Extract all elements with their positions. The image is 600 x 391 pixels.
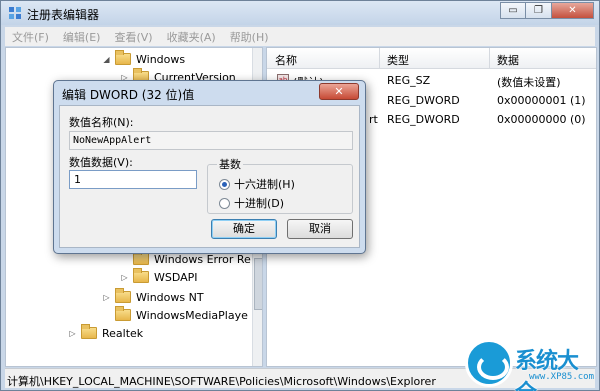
tree-item-realtek[interactable]: ▷ Realtek [68,324,143,342]
logo-icon [465,339,513,387]
radio-selected-icon [219,178,230,190]
radio-unselected-icon [219,197,230,209]
radio-decimal[interactable]: 十进制(D) [219,195,284,211]
folder-icon [115,288,131,303]
tree-item-label: Realtek [102,326,144,340]
regedit-icon [9,7,21,19]
folder-icon [115,306,131,321]
list-header: 名称 类型 数据 [267,48,596,69]
folder-icon [115,50,131,65]
radio-hexadecimal[interactable]: 十六进制(H) [219,176,295,192]
caption-buttons: ▭ ❐ ✕ [500,2,594,19]
tree-item-wsdapi[interactable]: ▷ WSDAPI [120,268,198,286]
tree-item-windows[interactable]: ◢ Windows [102,50,185,68]
base-label: 基数 [217,156,243,172]
column-header-data[interactable]: 数据 [497,52,519,68]
value-data: 0x00000001 (1) [497,94,586,107]
close-button[interactable]: ✕ [552,2,594,19]
folder-icon [81,324,97,339]
expand-arrow-icon[interactable]: ◢ [102,55,111,64]
menu-bar: 文件(F) 编辑(E) 查看(V) 收藏夹(A) 帮助(H) [5,27,595,46]
menu-help[interactable]: 帮助(H) [223,29,276,45]
tree-scrollbar-thumb[interactable] [254,258,262,310]
dialog-title: 编辑 DWORD (32 位)值 [62,88,195,102]
column-separator[interactable] [379,48,380,69]
value-data-input[interactable] [69,170,197,189]
value-data-label: 数值数据(V): [69,156,133,169]
folder-icon [133,250,149,265]
menu-favorites[interactable]: 收藏夹(A) [160,29,223,45]
menu-edit[interactable]: 编辑(E) [56,29,108,45]
tree-item-windows-nt[interactable]: ▷ Windows NT [102,288,204,306]
tree-item-label: Windows Error Re [154,252,251,266]
value-type: REG_DWORD [387,113,460,126]
ok-button[interactable]: 确定 [211,219,277,239]
tree-item-windowsmediaplayer[interactable]: WindowsMediaPlaye [102,306,248,324]
expand-arrow-icon[interactable]: ▷ [102,293,111,302]
watermark-url: www.XP85.com [529,372,595,382]
expand-arrow-icon[interactable]: ▷ [68,329,77,338]
value-type: REG_DWORD [387,94,460,107]
radio-hex-label: 十六进制(H) [234,178,295,191]
title-bar[interactable]: 注册表编辑器 ▭ ❐ ✕ [1,1,599,25]
watermark-logo: 系统大全 www.XP85.com [463,339,598,391]
tree-item-label: Windows [136,52,186,66]
watermark-brand: 系统大全 [515,349,579,391]
window-title: 注册表编辑器 [27,8,100,22]
expand-arrow-icon[interactable]: ▷ [120,273,129,282]
value-data: 0x00000000 (0) [497,113,586,126]
tree-item-label: Windows NT [136,290,204,304]
menu-file[interactable]: 文件(F) [5,29,56,45]
column-header-type[interactable]: 类型 [387,52,409,68]
minimize-button[interactable]: ▭ [500,2,526,19]
cancel-button[interactable]: 取消 [287,219,353,239]
tree-item-label: WSDAPI [154,270,198,284]
column-separator[interactable] [489,48,490,69]
dialog-close-button[interactable]: ✕ [319,83,359,100]
value-data: (数值未设置) [497,76,561,89]
edit-dword-dialog: 编辑 DWORD (32 位)值 ✕ 数值名称(N): NoNewAppAler… [53,80,366,254]
value-name-label: 数值名称(N): [69,116,134,129]
radio-dec-label: 十进制(D) [234,197,285,210]
value-name: rt [369,113,378,126]
folder-icon [133,268,149,283]
restore-button[interactable]: ❐ [526,2,552,19]
tree-item-label: WindowsMediaPlaye [136,308,248,322]
value-type: REG_SZ [387,74,431,87]
menu-view[interactable]: 查看(V) [107,29,159,45]
dialog-body: 数值名称(N): NoNewAppAlert 数值数据(V): 基数 十六进制(… [59,105,360,248]
column-header-name[interactable]: 名称 [275,52,297,68]
value-name-field: NoNewAppAlert [69,131,353,150]
